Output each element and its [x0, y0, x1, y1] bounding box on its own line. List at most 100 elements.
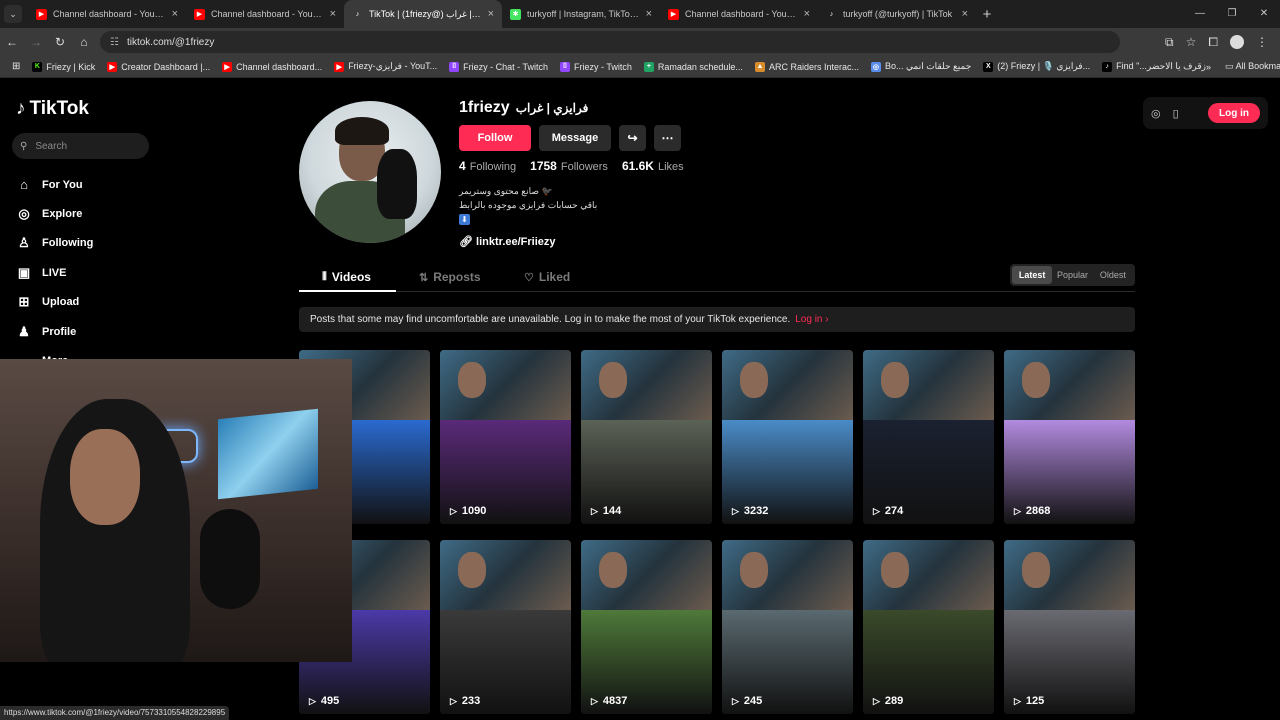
bookmark[interactable]: ▶ Creator Dashboard |... [107, 61, 210, 72]
bio-line: صانع محتوى وستريمر 🐦‍⬛ [459, 186, 553, 196]
message-button[interactable]: Message [539, 125, 611, 151]
grid-icon: ⦀ [322, 270, 327, 283]
video-thumbnail[interactable]: ▷ 2868 [1004, 350, 1135, 524]
folder-icon: ▭ [1225, 61, 1236, 71]
thumbnail-face [599, 362, 627, 398]
close-icon[interactable]: × [330, 8, 336, 20]
video-thumbnail[interactable]: ▷ 144 [581, 350, 712, 524]
bookmark-label: Bo... جميع حلقات انمي [884, 61, 972, 71]
tab-title: turkyoff (@turkyoff) | TikTok [843, 9, 953, 19]
thumbnail-top [1004, 350, 1135, 420]
tab-liked[interactable]: ♡ Liked [524, 262, 570, 292]
likes-label: Likes [657, 161, 684, 173]
profile-link[interactable]: 🔗︎ linktr.ee/Friiezy [459, 235, 556, 248]
youtube-icon: ▶ [194, 8, 205, 20]
address-url: tiktok.com/@1friezy [126, 36, 215, 48]
close-icon[interactable]: × [488, 8, 494, 20]
bookmark-star-icon[interactable]: ☆ [1186, 35, 1197, 49]
close-icon[interactable]: × [962, 8, 968, 20]
bookmark[interactable]: + Ramadan schedule... [643, 61, 743, 72]
site-info-icon[interactable]: ☷ [110, 37, 119, 48]
browser-tab[interactable]: ✱ turkyoff | Instagram, TikTok | Lin × [502, 0, 660, 28]
video-thumbnail[interactable]: ▷ 274 [863, 350, 994, 524]
video-thumbnail[interactable]: ▷ 1090 [440, 350, 571, 524]
video-thumbnail[interactable]: ▷ 245 [722, 540, 853, 714]
share-icon[interactable]: ↪ [619, 125, 646, 151]
thumbnail-top [1004, 540, 1135, 610]
minimize-icon[interactable]: — [1184, 0, 1216, 28]
tab-underline [299, 290, 396, 292]
bookmark[interactable]: ⌷ Friezy - Twitch [560, 61, 632, 72]
view-count: ▷ 4837 [591, 695, 627, 707]
profile-avatar-icon[interactable] [1230, 35, 1244, 49]
view-count-value: 289 [884, 695, 904, 707]
chevron-right-icon[interactable]: » [1206, 62, 1211, 72]
play-icon: ▷ [732, 695, 739, 706]
extensions-icon[interactable]: ⧠ [1208, 35, 1218, 50]
browser-tab-strip: ⌄ ▶ Channel dashboard - YouTube S × ▶ Chann… [0, 0, 1280, 28]
tiktok-icon: ♪ [355, 10, 360, 18]
tab-title: Channel dashboard - YouTube S [685, 9, 798, 19]
browser-tab[interactable]: ▶ Channel dashboard - YouTube S × [186, 0, 344, 28]
bookmark[interactable]: ♪ Find "...زقرف يا الاحضر [1102, 61, 1206, 72]
address-bar[interactable]: ☷ tiktok.com/@1friezy [100, 31, 1120, 53]
view-count-value: 245 [743, 695, 763, 707]
bookmark[interactable]: ⌷ Friezy - Chat - Twitch [449, 61, 548, 72]
close-window-icon[interactable]: ✕ [1248, 0, 1280, 28]
bookmark[interactable]: ▶ Friezy-فرايزي - YouT... [334, 61, 437, 72]
notice-login-link[interactable]: Log in › [795, 314, 828, 325]
play-icon: ▷ [450, 695, 457, 706]
sort-popular[interactable]: Popular [1052, 266, 1092, 284]
new-tab-button[interactable]: + [976, 6, 998, 23]
back-icon[interactable]: ← [0, 35, 24, 49]
menu-icon[interactable]: ⋮ [1256, 35, 1268, 49]
view-count: ▷ 125 [1014, 695, 1044, 707]
video-thumbnail[interactable]: ▷ 125 [1004, 540, 1135, 714]
reload-icon[interactable]: ↻ [48, 35, 72, 49]
login-button[interactable]: Log in [1208, 103, 1260, 123]
bookmark[interactable]: ◎ Bo... جميع حلقات انمي [870, 61, 972, 72]
thumbnail-face [881, 362, 909, 398]
tab-search-button[interactable]: ⌄ [4, 5, 22, 23]
follow-button[interactable]: Follow [459, 125, 531, 151]
play-icon: ▷ [591, 695, 598, 706]
sort-oldest[interactable]: Oldest [1093, 266, 1133, 284]
all-bookmarks[interactable]: ▭ All Bookmarks [1225, 61, 1280, 72]
cast-icon[interactable]: ⧉ [1165, 35, 1174, 50]
video-thumbnail[interactable]: ▷ 4837 [581, 540, 712, 714]
followers-stat[interactable]: 1758 Followers [530, 159, 608, 173]
tab-videos[interactable]: ⦀ Videos [322, 262, 371, 292]
apps-icon[interactable]: ⊞ [12, 61, 20, 72]
browser-tab[interactable]: ♪ turkyoff (@turkyoff) | TikTok × [818, 0, 976, 28]
bookmark[interactable]: K Friezy | Kick [32, 61, 95, 72]
browser-tab[interactable]: ▶ Channel dashboard - YouTube S × [660, 0, 818, 28]
sort-latest[interactable]: Latest [1012, 266, 1053, 284]
bookmark[interactable]: ▶ Channel dashboard... [222, 61, 323, 72]
close-icon[interactable]: × [646, 8, 652, 20]
view-count-value: 125 [1025, 695, 1045, 707]
bookmark[interactable]: ▲ ARC Raiders Interac... [754, 61, 859, 72]
bookmarks-right: » ▭ All Bookmarks [1206, 61, 1280, 72]
phone-icon[interactable]: ▯ [1173, 107, 1179, 120]
video-thumbnail[interactable]: ▷ 233 [440, 540, 571, 714]
restore-icon[interactable]: ❐ [1216, 0, 1248, 28]
play-icon: ▷ [450, 505, 457, 516]
view-count-value: 1090 [461, 505, 487, 517]
video-thumbnail[interactable]: ▷ 3232 [722, 350, 853, 524]
followers-label: Followers [560, 161, 608, 173]
more-options-icon[interactable]: ⋯ [654, 125, 681, 151]
coins-icon[interactable]: ◎ [1151, 107, 1161, 120]
tab-reposts[interactable]: ⇅ Reposts [419, 262, 481, 292]
video-thumbnail[interactable]: ▷ 289 [863, 540, 994, 714]
home-icon[interactable]: ⌂ [72, 35, 96, 49]
view-count: ▷ 3232 [732, 505, 768, 517]
browser-tab-active[interactable]: ♪ TikTok | (1friezy@) فرايزي | غراب × [344, 0, 502, 28]
forward-icon[interactable]: → [24, 35, 48, 49]
close-icon[interactable]: × [172, 8, 178, 20]
following-stat[interactable]: 4 Following [459, 159, 516, 173]
bookmark[interactable]: X (2) Friezy | 🎙️ فرايزي... [983, 61, 1090, 72]
close-icon[interactable]: × [804, 8, 810, 20]
bookmark-label: Channel dashboard... [236, 61, 323, 72]
browser-tab[interactable]: ▶ Channel dashboard - YouTube S × [28, 0, 186, 28]
webcam-tv [218, 408, 318, 500]
